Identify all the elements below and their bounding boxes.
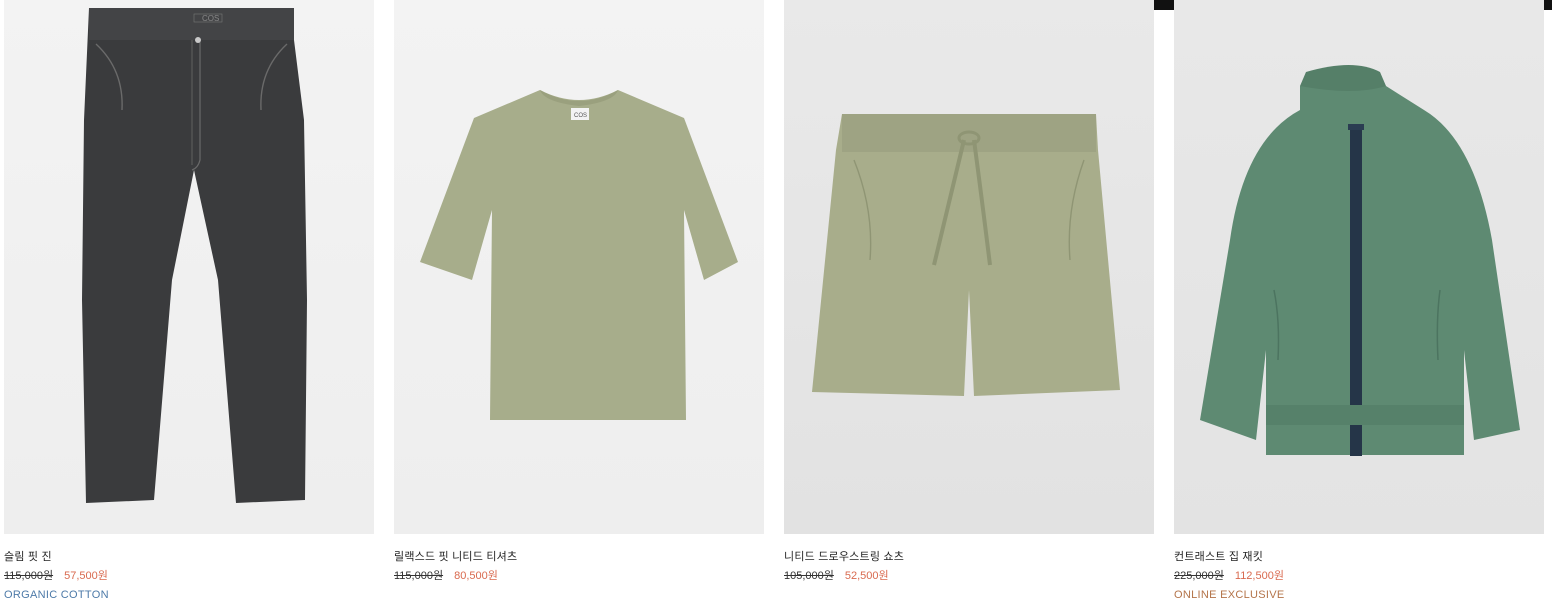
product-image[interactable]	[1174, 0, 1544, 534]
shorts-image	[812, 114, 1120, 396]
svg-text:COS: COS	[574, 113, 587, 119]
product-name[interactable]: 릴랙스드 핏 니티드 티셔츠	[394, 548, 764, 567]
product-name[interactable]: 컨트래스트 집 재킷	[1174, 548, 1544, 567]
sale-price: 112,500원	[1234, 570, 1284, 582]
sale-price: 52,500원	[844, 570, 889, 582]
original-price: 105,000원	[784, 570, 834, 582]
original-price: 115,000원	[4, 570, 54, 582]
product-name[interactable]: 슬림 핏 진	[4, 548, 374, 567]
product-image[interactable]	[784, 0, 1154, 534]
product-badge: ORGANIC COTTON	[4, 589, 109, 601]
product-card[interactable]: COS 릴랙스드 핏 니티드 티셔츠 115,000원 80,500원	[394, 0, 764, 605]
product-image[interactable]: COS	[394, 0, 764, 534]
product-card[interactable]: COS 슬림 핏 진 115,000원 57,500원 ORGANIC COTT…	[4, 0, 374, 605]
product-grid: COS 슬림 핏 진 115,000원 57,500원 ORGANIC COTT…	[4, 0, 1544, 605]
svg-text:COS: COS	[202, 14, 219, 23]
jeans-image: COS	[82, 8, 307, 503]
sale-price: 57,500원	[64, 570, 108, 582]
product-badge: ONLINE EXCLUSIVE	[1174, 589, 1285, 601]
product-card[interactable]: 컨트래스트 집 재킷 225,000원 112,500원 ONLINE EXCL…	[1174, 0, 1544, 605]
tshirt-image: COS	[420, 90, 738, 420]
sale-price: 80,500원	[454, 570, 498, 582]
product-name[interactable]: 니티드 드로우스트링 쇼츠	[784, 548, 1154, 567]
product-card[interactable]: 니티드 드로우스트링 쇼츠 105,000원 52,500원	[784, 0, 1154, 605]
original-price: 225,000원	[1174, 570, 1224, 582]
original-price: 115,000원	[394, 570, 444, 582]
jacket-image	[1200, 65, 1520, 456]
product-image[interactable]: COS	[4, 0, 374, 534]
